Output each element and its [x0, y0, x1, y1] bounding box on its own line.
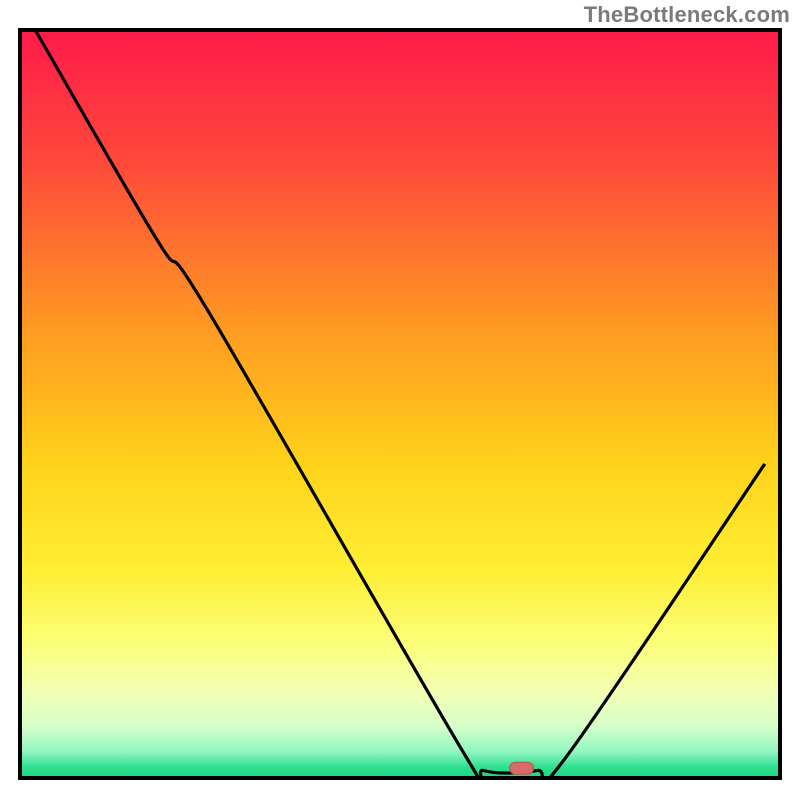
optimal-marker — [510, 762, 534, 774]
chart-container: { "attribution": "TheBottleneck.com", "c… — [0, 0, 800, 800]
gradient-background — [20, 30, 780, 778]
bottleneck-chart — [0, 0, 800, 800]
attribution-text: TheBottleneck.com — [584, 2, 790, 28]
